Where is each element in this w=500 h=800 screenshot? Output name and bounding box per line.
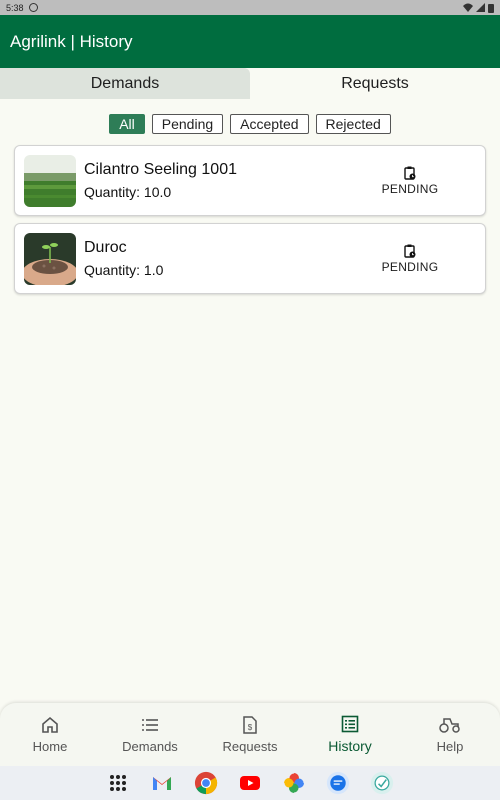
system-dock	[0, 766, 500, 800]
assistant-app-icon[interactable]	[370, 771, 394, 795]
photos-icon[interactable]	[282, 771, 306, 795]
field-landscape-image	[24, 154, 76, 207]
list-icon	[142, 718, 158, 731]
app-bar: Agrilink | History	[0, 15, 500, 68]
request-title: Cilantro Seeling 1001	[84, 160, 237, 178]
nav-history[interactable]: History	[300, 703, 400, 766]
signal-icon	[476, 3, 485, 12]
battery-icon	[488, 3, 494, 13]
chrome-icon[interactable]	[194, 771, 218, 795]
pending-clipboard-icon	[404, 166, 416, 180]
status-time: 5:38	[6, 2, 24, 13]
messages-icon[interactable]	[326, 771, 350, 795]
nav-home[interactable]: Home	[0, 703, 100, 766]
status-filter-group: All Pending Accepted Rejected	[0, 114, 500, 134]
tab-bar: Demands Requests	[0, 68, 500, 99]
bottom-navigation: Home Demands $ Requests History Help	[0, 703, 500, 766]
request-icon: $	[243, 715, 257, 734]
wifi-icon	[463, 3, 473, 12]
pending-clipboard-icon	[404, 244, 416, 258]
filter-pending-chip[interactable]: Pending	[151, 114, 224, 134]
filter-rejected-chip[interactable]: Rejected	[315, 114, 391, 134]
nav-home-label: Home	[32, 738, 68, 754]
nav-help[interactable]: Help	[400, 703, 500, 766]
nav-demands[interactable]: Demands	[100, 703, 200, 766]
filter-all-chip[interactable]: All	[109, 114, 145, 134]
status-bar: 5:38	[0, 0, 500, 15]
nav-demands-label: Demands	[122, 738, 178, 754]
request-card[interactable]: Duroc Quantity: 1.0 PENDING	[14, 223, 486, 294]
nav-requests-label: Requests	[222, 738, 278, 754]
tab-demands[interactable]: Demands	[0, 68, 250, 99]
notification-icon	[28, 3, 38, 12]
seedling-in-hands-image	[24, 232, 76, 285]
nav-help-label: Help	[436, 738, 464, 754]
svg-text:$: $	[248, 723, 253, 732]
gmail-icon[interactable]	[150, 771, 174, 795]
home-icon	[42, 716, 58, 733]
apps-grid-icon[interactable]	[106, 771, 130, 795]
filter-accepted-chip[interactable]: Accepted	[230, 114, 309, 134]
request-quantity: Quantity: 1.0	[84, 261, 164, 278]
tab-requests[interactable]: Requests	[250, 68, 500, 99]
nav-history-label: History	[328, 738, 372, 754]
tractor-icon	[439, 717, 460, 733]
request-card[interactable]: Cilantro Seeling 1001 Quantity: 10.0 PEN…	[14, 145, 486, 216]
status-badge: PENDING	[381, 181, 439, 196]
history-icon	[341, 715, 359, 733]
youtube-icon[interactable]	[238, 771, 262, 795]
page-title: Agrilink | History	[10, 31, 133, 51]
request-title: Duroc	[84, 238, 127, 256]
status-badge: PENDING	[381, 259, 439, 274]
nav-requests[interactable]: $ Requests	[200, 703, 300, 766]
request-quantity: Quantity: 10.0	[84, 183, 172, 200]
